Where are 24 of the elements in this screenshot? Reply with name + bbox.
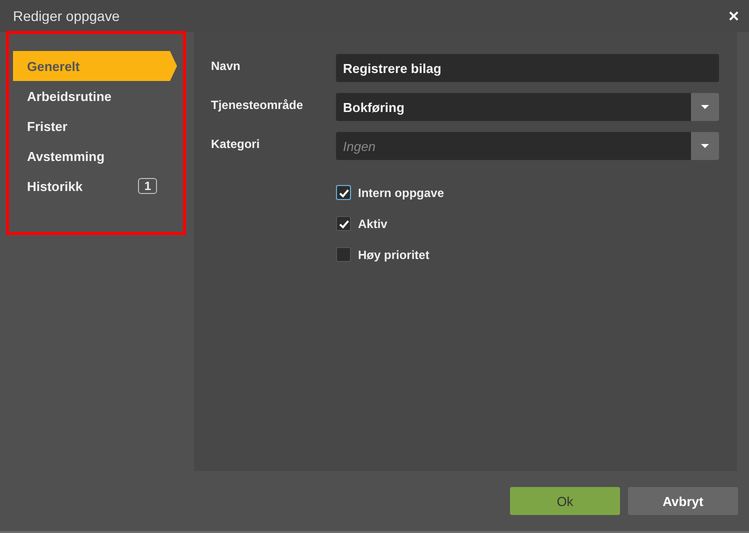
sidebar-tab[interactable]: Generelt [13, 51, 177, 81]
window-title: Rediger oppgave [13, 8, 120, 24]
checkbox[interactable] [336, 216, 351, 231]
checkbox-label: Høy prioritet [358, 248, 430, 262]
checkbox[interactable] [336, 247, 351, 262]
checkbox-label: Intern oppgave [358, 186, 444, 200]
dropdown[interactable]: Ingen [336, 132, 719, 160]
ok-button[interactable]: Ok [510, 487, 620, 515]
caret-icon [701, 105, 709, 109]
checkbox[interactable] [336, 185, 351, 200]
cancel-button[interactable]: Avbryt [628, 487, 738, 515]
sidebar-tab[interactable]: Historikk 1 [13, 171, 177, 201]
sidebar-tab[interactable]: Arbeidsrutine [13, 81, 177, 111]
sidebar-tab[interactable]: Frister [13, 111, 177, 141]
input-field[interactable]: Registrere bilag [336, 54, 719, 82]
count-badge: 1 [138, 178, 157, 194]
caret-icon [701, 144, 709, 148]
checkbox-label: Aktiv [358, 216, 388, 230]
field-label: Kategori [211, 136, 261, 151]
sidebar-tab[interactable]: Avstemming [13, 141, 177, 171]
field-label: Tjenesteområde [211, 97, 304, 112]
dropdown[interactable]: Bokføring [336, 93, 719, 121]
close-button[interactable]: × [728, 7, 739, 25]
field-label: Navn [211, 58, 242, 73]
